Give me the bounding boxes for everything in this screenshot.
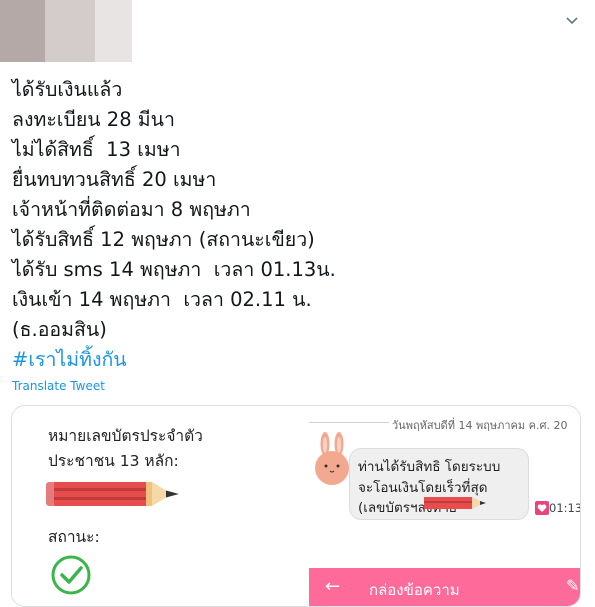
date-divider: [309, 422, 389, 423]
media-card[interactable]: หมายเลขบัตรประจำตัว ประชาชน 13 หลัก: สถา…: [11, 405, 581, 607]
pencil-redaction-icon: [46, 482, 179, 506]
message-time: 01:13: [549, 501, 581, 515]
message-line-1: ท่านได้รับสิทธิ โดยระบบ: [358, 459, 501, 475]
id-label-line-1: หมายเลขบัตรประจำตัว: [48, 427, 203, 445]
tweet-text: ได้รับเงินแล้ว ลงทะเบียน 28 มีนา ไม่ได้ส…: [12, 75, 572, 375]
tweet-line: ลงทะเบียน 28 มีนา: [12, 108, 175, 131]
media-image-left[interactable]: หมายเลขบัตรประจำตัว ประชาชน 13 หลัก: สถา…: [12, 406, 284, 606]
message-line-2: จะโอนเงินโดยเร็วที่สุด: [358, 480, 488, 496]
pen-icon[interactable]: ✎: [566, 576, 579, 595]
tweet-line: เจ้าหน้าที่ติดต่อมา 8 พฤษภา: [12, 198, 251, 221]
inbox-title: กล่องข้อความ: [369, 581, 460, 599]
inbox-header-bar: ← กล่องข้อความ ✎: [309, 568, 580, 606]
tweet-line: ได้รับเงินแล้ว: [12, 78, 123, 101]
status-label: สถานะ:: [48, 528, 100, 546]
heart-icon: [535, 501, 549, 515]
tweet-line: (ธ.ออมสิน): [12, 318, 107, 341]
bunny-icon: [315, 432, 349, 485]
media-image-right[interactable]: วันพฤหัสบดีที่ 14 พฤษภาคม ค.ศ. 20 ท่านได…: [299, 406, 580, 606]
avatar[interactable]: [0, 0, 132, 62]
tweet-line: ได้รับ sms 14 พฤษภา เวลา 01.13น.: [12, 258, 336, 281]
tweet-line: ได้รับสิทธิ์ 12 พฤษภา (สถานะเขียว): [12, 228, 315, 251]
hashtag-link[interactable]: #เราไม่ทิ้งกัน: [12, 345, 572, 375]
back-arrow-icon[interactable]: ←: [325, 576, 340, 597]
message-date: วันพฤหัสบดีที่ 14 พฤษภาคม ค.ศ. 20: [392, 419, 568, 432]
pencil-redaction-icon: [424, 497, 486, 509]
tweet-line: ยื่นทบทวนสิทธิ์ 20 เมษา: [12, 168, 217, 191]
tweet-line: เงินเข้า 14 พฤษภา เวลา 02.11 น.: [12, 288, 312, 311]
tweet-line: ไม่ได้สิทธิ์ 13 เมษา: [12, 138, 181, 161]
check-circle-icon: [51, 555, 91, 595]
translate-tweet-link[interactable]: Translate Tweet: [12, 379, 105, 393]
chevron-down-icon[interactable]: [563, 12, 581, 30]
id-label-line-2: ประชาชน 13 หลัก:: [48, 452, 179, 470]
